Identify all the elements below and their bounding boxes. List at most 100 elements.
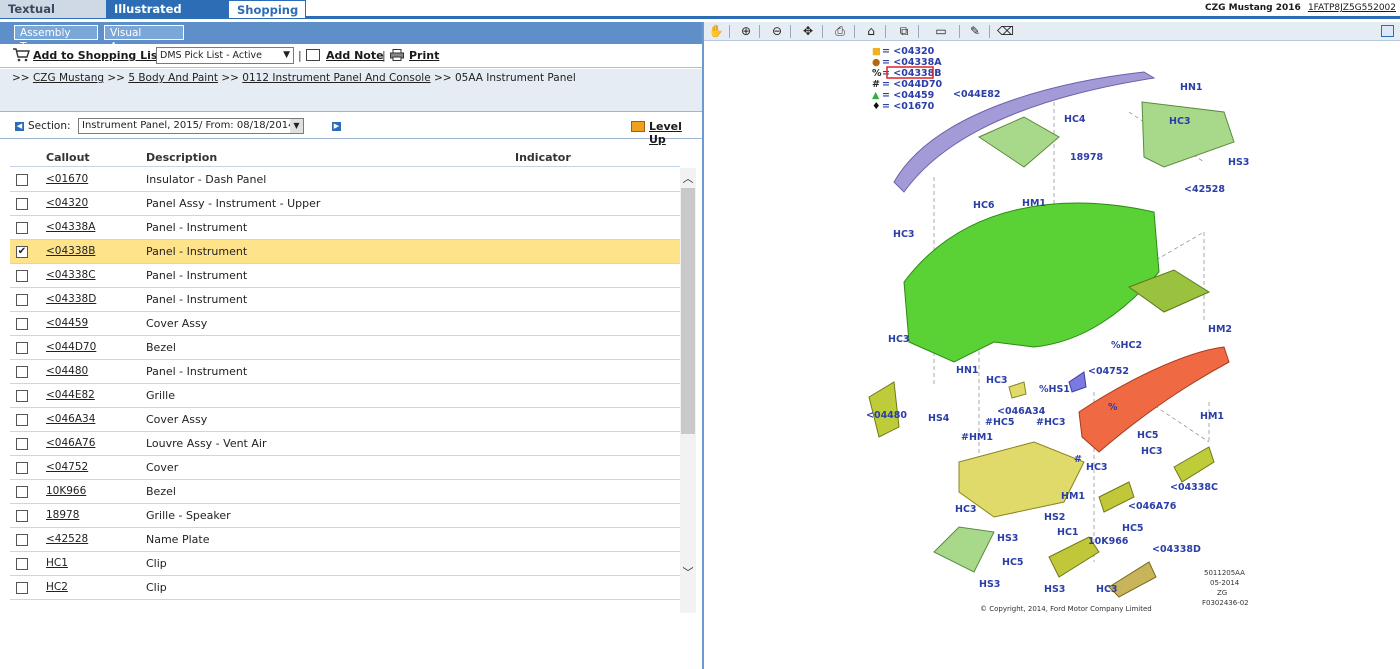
cover-04752-part[interactable] [1068, 371, 1087, 393]
add-to-shopping-list-link[interactable]: Add to Shopping List [33, 49, 163, 62]
row-checkbox[interactable] [16, 534, 28, 546]
table-row[interactable]: <01670 Insulator - Dash Panel [10, 168, 680, 192]
callout-link[interactable]: <42528 [46, 533, 88, 545]
table-row[interactable]: <04459 Cover Assy [10, 312, 680, 336]
row-checkbox[interactable]: ✔ [16, 246, 28, 258]
callout-link[interactable]: 18978 [46, 509, 79, 521]
add-note-link[interactable]: Add Note [326, 49, 384, 62]
callout-link[interactable]: HC2 [46, 581, 68, 593]
row-checkbox[interactable] [16, 582, 28, 594]
callout-link[interactable]: HC1 [46, 557, 68, 569]
callout-link[interactable]: <04480 [46, 365, 88, 377]
row-checkbox[interactable] [16, 390, 28, 402]
table-row[interactable]: HC2 Clip [10, 576, 680, 600]
table-row[interactable]: HC1 Clip [10, 552, 680, 576]
restore-window-icon[interactable] [1381, 25, 1394, 37]
header-indicator[interactable]: Indicator [515, 151, 571, 164]
row-checkbox[interactable] [16, 270, 28, 282]
row-checkbox[interactable] [16, 294, 28, 306]
section-select[interactable]: Instrument Panel, 2015/ From: 08/18/2014… [78, 118, 304, 134]
row-checkbox[interactable] [16, 462, 28, 474]
table-row[interactable]: 10K966 Bezel [10, 480, 680, 504]
table-row[interactable]: <044D70 Bezel [10, 336, 680, 360]
tab-illustrated-index[interactable]: Illustrated Index [106, 0, 228, 34]
header-description[interactable]: Description [146, 151, 217, 164]
table-row[interactable]: <04480 Panel - Instrument [10, 360, 680, 384]
select-icon[interactable]: ✥ [800, 24, 816, 39]
header-callout[interactable]: Callout [46, 151, 90, 164]
lower-panel-part[interactable] [933, 526, 995, 573]
breadcrumb-item[interactable]: 5 Body And Paint [128, 72, 218, 84]
folder-up-icon[interactable] [631, 121, 645, 132]
row-checkbox[interactable] [16, 438, 28, 450]
cover-046A34-part[interactable] [1008, 381, 1027, 399]
table-row[interactable]: <04338D Panel - Instrument [10, 288, 680, 312]
breadcrumb-item[interactable]: CZG Mustang [33, 72, 104, 84]
previous-section-icon[interactable]: ◀ [15, 122, 24, 131]
tab-assembly-tree[interactable]: Assembly Tree [14, 25, 98, 53]
note-icon[interactable] [306, 49, 320, 61]
callout-link[interactable]: <04320 [46, 197, 88, 209]
instrument-panel-main-part[interactable] [903, 202, 1160, 363]
callout-link[interactable]: <04338B [46, 245, 95, 257]
table-row[interactable]: <04338A Panel - Instrument [10, 216, 680, 240]
panel-04338C-part[interactable] [1173, 446, 1215, 483]
table-row[interactable]: <046A76 Louvre Assy - Vent Air [10, 432, 680, 456]
callout-link[interactable]: <046A34 [46, 413, 95, 425]
callout-link[interactable]: <044D70 [46, 341, 96, 353]
fit-window-icon[interactable]: ⧉ [896, 24, 912, 39]
callout-link[interactable]: <046A76 [46, 437, 95, 449]
row-checkbox[interactable] [16, 486, 28, 498]
row-checkbox[interactable] [16, 342, 28, 354]
callout-link[interactable]: <04752 [46, 461, 88, 473]
row-checkbox[interactable] [16, 318, 28, 330]
tab-visual-access[interactable]: Visual Access [104, 25, 184, 53]
table-row[interactable]: <04752 Cover [10, 456, 680, 480]
table-row[interactable]: ✔ <04338B Panel - Instrument [10, 240, 680, 264]
row-checkbox[interactable] [16, 558, 28, 570]
table-row[interactable]: <046A34 Cover Assy [10, 408, 680, 432]
table-row[interactable]: <42528 Name Plate [10, 528, 680, 552]
print-icon[interactable]: ⎙ [832, 24, 848, 39]
callout-link[interactable]: <01670 [46, 173, 88, 185]
row-checkbox[interactable] [16, 198, 28, 210]
row-checkbox[interactable] [16, 510, 28, 522]
callout-link[interactable]: 10K966 [46, 485, 86, 497]
scroll-down-icon[interactable]: ﹀ [680, 564, 696, 579]
vin-link[interactable]: 1FATP8JZ5G552002 [1308, 3, 1396, 13]
callout-link[interactable]: <04338D [46, 293, 96, 305]
exploded-parts-diagram[interactable]: ■ = <04320 ● = <04338A % = <04338B # = <… [704, 42, 1400, 622]
table-scrollbar[interactable]: ︿ ﹀ [680, 168, 696, 613]
callout-link[interactable]: <04338A [46, 221, 95, 233]
table-row[interactable]: <04320 Panel Assy - Instrument - Upper [10, 192, 680, 216]
pan-hand-icon[interactable]: ✋ [708, 24, 724, 39]
pencil-icon[interactable]: ✎ [967, 24, 983, 39]
level-up-link[interactable]: Level Up [649, 120, 702, 146]
next-section-icon[interactable]: ▶ [332, 122, 341, 131]
tab-textual-search[interactable]: Textual Search [0, 0, 106, 34]
row-checkbox[interactable] [16, 366, 28, 378]
table-row[interactable]: 18978 Grille - Speaker [10, 504, 680, 528]
home-icon[interactable]: ⌂ [863, 24, 879, 39]
highlight-icon[interactable]: ▭ [930, 24, 952, 39]
breadcrumb-item[interactable]: 0112 Instrument Panel And Console [242, 72, 430, 84]
eraser-icon[interactable]: ⌫ [997, 24, 1014, 39]
print-link[interactable]: Print [409, 49, 439, 62]
upper-right-bracket-part[interactable] [1141, 101, 1235, 168]
table-row[interactable]: <044E82 Grille [10, 384, 680, 408]
callout-link[interactable]: <04338C [46, 269, 96, 281]
scroll-up-icon[interactable]: ︿ [680, 170, 696, 185]
printer-icon[interactable] [390, 49, 404, 61]
row-checkbox[interactable] [16, 174, 28, 186]
shopping-cart-icon[interactable] [12, 48, 30, 62]
scroll-thumb[interactable] [681, 188, 695, 434]
zoom-in-icon[interactable]: ⊕ [738, 24, 754, 39]
table-row[interactable]: <04338C Panel - Instrument [10, 264, 680, 288]
cluster-bezel-part[interactable] [958, 441, 1085, 518]
pick-list-select[interactable]: DMS Pick List - Active ▼ [156, 47, 294, 64]
zoom-out-icon[interactable]: ⊖ [769, 24, 785, 39]
tab-shopping[interactable]: Shopping [228, 0, 306, 18]
callout-link[interactable]: <04459 [46, 317, 88, 329]
row-checkbox[interactable] [16, 222, 28, 234]
callout-link[interactable]: <044E82 [46, 389, 95, 401]
